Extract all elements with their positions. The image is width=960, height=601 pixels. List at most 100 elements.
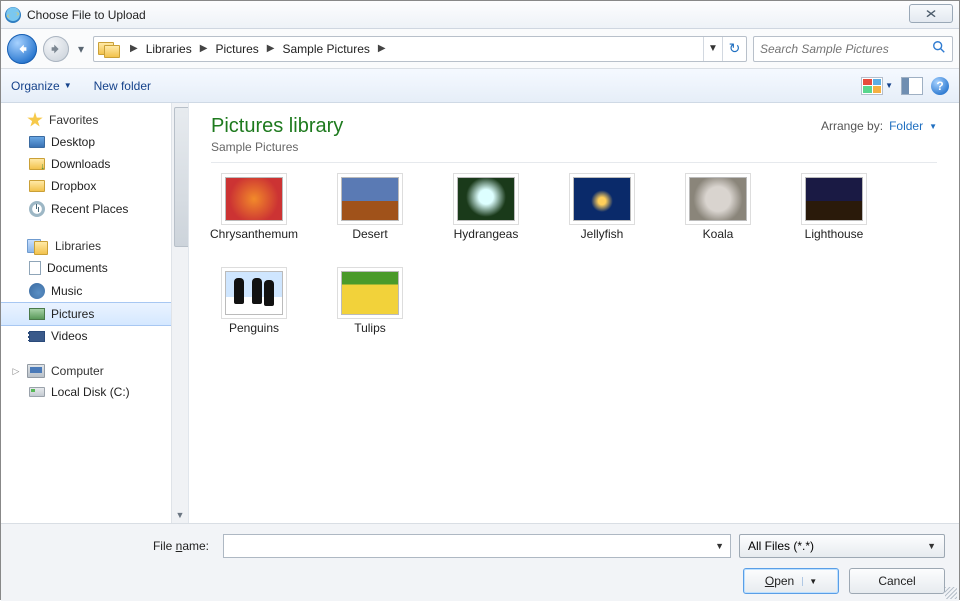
chevron-down-icon: ▼ xyxy=(929,122,937,131)
nav-item-label: Downloads xyxy=(51,157,110,171)
chevron-down-icon: ▼ xyxy=(885,81,893,90)
computer-icon xyxy=(27,364,45,378)
search-input[interactable] xyxy=(760,42,932,56)
preview-pane-button[interactable] xyxy=(901,77,923,95)
file-item-chrysanthemum[interactable]: Chrysanthemum xyxy=(211,177,297,243)
nav-item-label: Music xyxy=(51,284,82,298)
libraries-header[interactable]: Libraries xyxy=(1,235,188,257)
file-label: Penguins xyxy=(229,321,279,337)
organize-button[interactable]: Organize ▼ xyxy=(11,79,72,93)
thumbnail-grid: Chrysanthemum Desert Hydrangeas Jellyfis… xyxy=(211,177,937,336)
window-title: Choose File to Upload xyxy=(27,8,146,22)
expand-icon: ▷ xyxy=(11,366,21,377)
refresh-button[interactable]: ↻ xyxy=(722,37,746,61)
search-icon[interactable] xyxy=(932,40,946,57)
nav-scrollbar[interactable]: ▲ ▼ xyxy=(171,103,188,523)
content-pane: Pictures library Sample Pictures Arrange… xyxy=(189,103,959,523)
file-label: Jellyfish xyxy=(581,227,624,243)
nav-item-label: Pictures xyxy=(51,307,94,321)
nav-item-documents[interactable]: Documents xyxy=(1,257,188,279)
scroll-thumb[interactable] xyxy=(174,107,189,247)
file-item-desert[interactable]: Desert xyxy=(327,177,413,243)
thumbnail-icon xyxy=(225,271,283,315)
computer-header[interactable]: ▷ Computer xyxy=(1,361,188,381)
file-label: Hydrangeas xyxy=(454,227,519,243)
nav-item-local-disk[interactable]: Local Disk (C:) xyxy=(1,381,188,403)
back-button[interactable] xyxy=(7,34,37,64)
chevron-down-icon: ▼ xyxy=(927,541,936,551)
computer-group: ▷ Computer Local Disk (C:) xyxy=(1,361,188,403)
computer-label: Computer xyxy=(51,364,104,378)
chevron-down-icon: ▼ xyxy=(64,81,72,90)
breadcrumb-sep-icon: ▶ xyxy=(261,43,281,54)
help-button[interactable]: ? xyxy=(931,77,949,95)
favorites-label: Favorites xyxy=(49,113,98,127)
nav-item-videos[interactable]: Videos xyxy=(1,325,188,347)
videos-icon xyxy=(29,331,45,342)
breadcrumb-libraries[interactable]: Libraries xyxy=(144,37,194,61)
breadcrumb-pictures[interactable]: Pictures xyxy=(213,37,260,61)
thumbnail-icon xyxy=(805,177,863,221)
arrange-label: Arrange by: xyxy=(821,119,883,133)
bottom-panel: File name: ▼ All Files (*.*)▼ Open▼ Canc… xyxy=(1,523,959,601)
breadcrumb-sep-icon: ▶ xyxy=(124,43,144,54)
filename-input[interactable]: ▼ xyxy=(223,534,731,558)
favorites-header[interactable]: Favorites xyxy=(1,109,188,131)
chevron-down-icon[interactable]: ▼ xyxy=(715,541,724,551)
cancel-label: Cancel xyxy=(878,574,915,588)
view-button[interactable]: ▼ xyxy=(861,77,893,95)
search-box[interactable] xyxy=(753,36,953,62)
breadcrumb-sep-icon: ▶ xyxy=(194,43,214,54)
file-label: Desert xyxy=(352,227,387,243)
libraries-group: Libraries Documents Music Pictures Video… xyxy=(1,235,188,347)
view-icon xyxy=(861,77,883,95)
nav-item-downloads[interactable]: Downloads xyxy=(1,153,188,175)
resize-grip[interactable] xyxy=(945,587,957,599)
forward-button[interactable] xyxy=(43,36,69,62)
arrange-by[interactable]: Arrange by: Folder ▼ xyxy=(821,115,937,133)
cancel-button[interactable]: Cancel xyxy=(849,568,945,594)
nav-item-pictures[interactable]: Pictures xyxy=(1,302,188,326)
new-folder-button[interactable]: New folder xyxy=(94,79,151,93)
favorites-group: Favorites Desktop Downloads Dropbox Rece… xyxy=(1,109,188,221)
file-item-tulips[interactable]: Tulips xyxy=(327,271,413,337)
breadcrumb-bar[interactable]: ▶ Libraries ▶ Pictures ▶ Sample Pictures… xyxy=(93,36,747,62)
history-dropdown[interactable]: ▾ xyxy=(75,34,87,64)
star-icon xyxy=(27,112,43,128)
recent-icon xyxy=(29,201,45,217)
breadcrumb-sample-pictures[interactable]: Sample Pictures xyxy=(281,37,372,61)
file-label: Lighthouse xyxy=(805,227,864,243)
scroll-down-icon[interactable]: ▼ xyxy=(172,507,188,523)
chevron-down-icon: ▼ xyxy=(802,577,817,586)
file-item-penguins[interactable]: Penguins xyxy=(211,271,297,337)
thumbnail-icon xyxy=(689,177,747,221)
file-item-lighthouse[interactable]: Lighthouse xyxy=(791,177,877,243)
new-folder-label: New folder xyxy=(94,79,151,93)
nav-item-label: Documents xyxy=(47,261,108,275)
file-item-jellyfish[interactable]: Jellyfish xyxy=(559,177,645,243)
navigation-pane: Favorites Desktop Downloads Dropbox Rece… xyxy=(1,103,189,523)
breadcrumb-sep-icon: ▶ xyxy=(372,43,392,54)
nav-item-recent-places[interactable]: Recent Places xyxy=(1,197,188,221)
file-label: Chrysanthemum xyxy=(210,227,298,243)
nav-item-music[interactable]: Music xyxy=(1,279,188,303)
thumbnail-icon xyxy=(225,177,283,221)
nav-item-dropbox[interactable]: Dropbox xyxy=(1,175,188,197)
file-type-filter[interactable]: All Files (*.*)▼ xyxy=(739,534,945,558)
file-label: Tulips xyxy=(354,321,386,337)
libraries-icon xyxy=(98,40,120,58)
library-title: Pictures library xyxy=(211,115,343,138)
file-item-hydrangeas[interactable]: Hydrangeas xyxy=(443,177,529,243)
breadcrumb-dropdown[interactable]: ▼ xyxy=(704,43,722,54)
libraries-icon xyxy=(27,238,49,254)
close-button[interactable]: ✕ xyxy=(909,4,953,23)
command-bar: Organize ▼ New folder ▼ ? xyxy=(1,69,959,103)
nav-item-label: Desktop xyxy=(51,135,95,149)
music-icon xyxy=(29,283,45,299)
thumbnail-icon xyxy=(573,177,631,221)
nav-item-desktop[interactable]: Desktop xyxy=(1,131,188,153)
open-button[interactable]: Open▼ xyxy=(743,568,839,594)
file-item-koala[interactable]: Koala xyxy=(675,177,761,243)
nav-item-label: Local Disk (C:) xyxy=(51,385,130,399)
organize-label: Organize xyxy=(11,79,60,93)
